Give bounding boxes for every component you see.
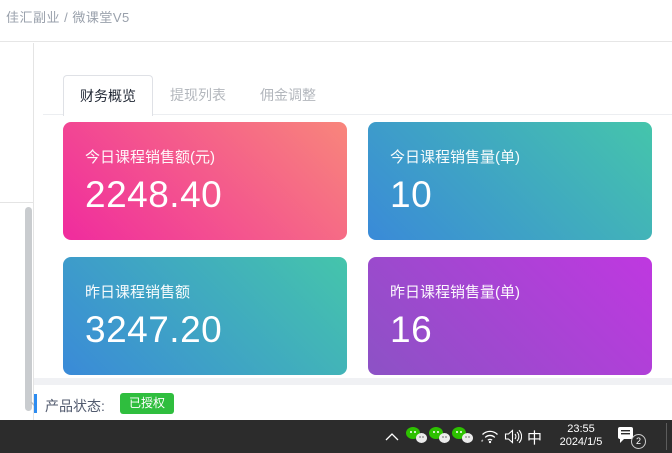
stat-card-today-sales-amount: 今日课程销售额(元) 2248.40 — [63, 122, 347, 240]
stat-card-yesterday-sales-amount: 昨日课程销售额 3247.20 — [63, 257, 347, 375]
tab-commission-adjust[interactable]: 佣金调整 — [243, 75, 333, 115]
ime-language-indicator[interactable]: 中 — [527, 427, 542, 448]
chevron-up-icon[interactable] — [385, 433, 399, 441]
stat-card-value: 16 — [390, 309, 630, 351]
breadcrumb[interactable]: 佳汇副业 / 微课堂V5 — [6, 7, 130, 26]
wechat-bubble-small — [462, 433, 473, 443]
stat-card-label: 今日课程销售量(单) — [390, 146, 630, 167]
stat-card-today-sales-count: 今日课程销售量(单) 10 — [368, 122, 652, 240]
sidebar-divider — [33, 43, 34, 420]
tab-withdraw-list[interactable]: 提现列表 — [153, 75, 243, 115]
product-status-label: 产品状态: — [45, 396, 105, 416]
wifi-icon[interactable]: * — [481, 429, 499, 444]
stat-card-value: 2248.40 — [85, 174, 325, 216]
stat-card-label: 今日课程销售额(元) — [85, 146, 325, 167]
status-badge: 已授权 — [120, 393, 174, 414]
panel-gap — [34, 378, 672, 385]
stat-card-value: 10 — [390, 174, 630, 216]
stat-card-value: 3247.20 — [85, 309, 325, 351]
taskbar: * 中 23:55 2024/1/5 2 — [0, 420, 672, 453]
status-accent-bar — [34, 394, 37, 413]
stat-card-label: 昨日课程销售量(单) — [390, 281, 630, 302]
wechat-bubble-small — [416, 433, 427, 443]
sidebar-scrollbar[interactable] — [25, 207, 32, 411]
tab-finance-overview[interactable]: 财务概览 — [63, 75, 153, 116]
stat-card-label: 昨日课程销售额 — [85, 281, 325, 302]
tabs-header: 财务概览 提现列表 佣金调整 — [43, 75, 672, 115]
screen: 佳汇副业 / 微课堂V5 财务概览 提现列表 佣金调整 今日课程销售额(元) 2… — [0, 0, 672, 453]
system-tray: * 中 23:55 2024/1/5 2 — [0, 420, 672, 453]
notification-count-badge: 2 — [631, 434, 646, 449]
stat-card-yesterday-sales-count: 昨日课程销售量(单) 16 — [368, 257, 652, 375]
topbar: 佳汇副业 / 微课堂V5 — [0, 0, 672, 42]
clock[interactable]: 23:55 2024/1/5 — [548, 423, 614, 449]
wechat-bubble-small — [439, 433, 450, 443]
wechat-icon[interactable] — [406, 426, 428, 444]
wechat-icon[interactable] — [452, 426, 474, 444]
show-desktop-divider[interactable] — [666, 423, 667, 450]
svg-text:*: * — [481, 440, 484, 444]
notification-center-icon[interactable]: 2 — [616, 425, 646, 449]
volume-icon[interactable] — [504, 429, 522, 444]
clock-time: 23:55 — [548, 423, 614, 436]
clock-date: 2024/1/5 — [548, 436, 614, 449]
wechat-icon[interactable] — [429, 426, 451, 444]
sidebar-section-divider — [0, 202, 33, 203]
